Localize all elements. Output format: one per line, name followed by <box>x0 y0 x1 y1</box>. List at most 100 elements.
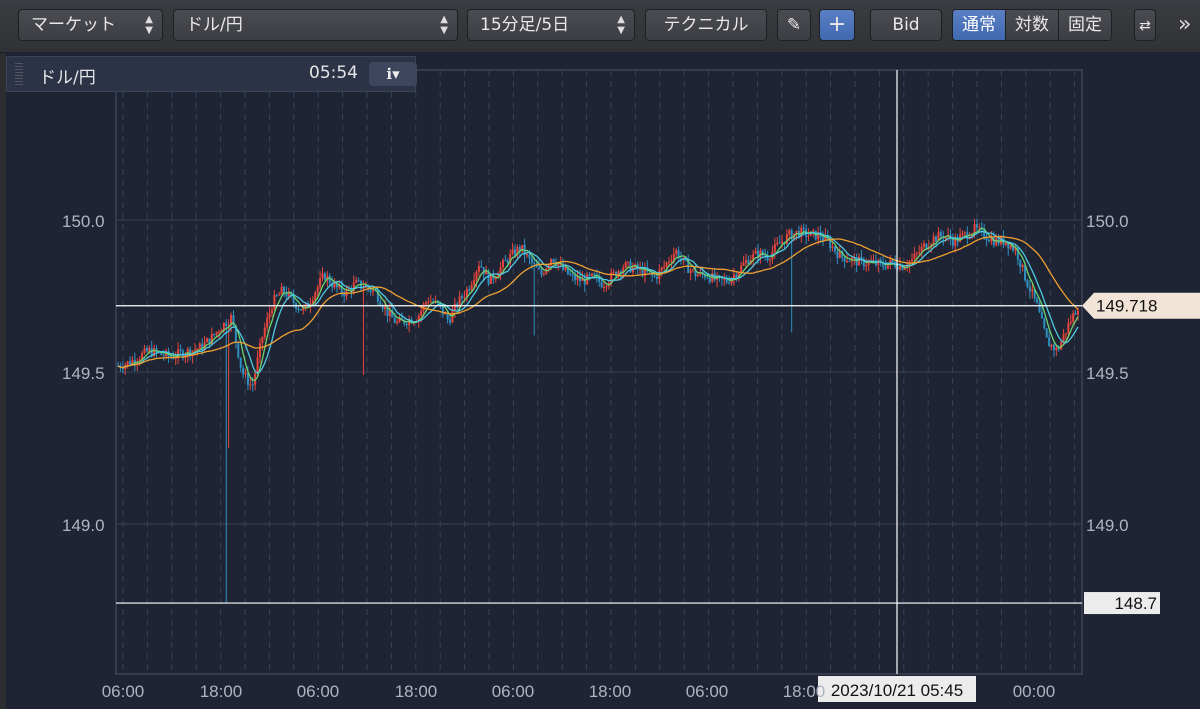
candle-body <box>653 275 656 277</box>
moving-averages <box>117 227 1079 382</box>
candle-body <box>477 266 480 272</box>
info-panel[interactable]: ドル/円 05:54 ℹ▾ <box>6 56 417 92</box>
candle-body <box>441 305 444 315</box>
candle-body <box>1031 289 1034 292</box>
candle-body <box>978 227 981 229</box>
x-tick-label: 18:00 <box>200 682 243 701</box>
crosshair-date-label: 2023/10/21 05:45 <box>831 681 963 700</box>
candle-body <box>379 301 382 306</box>
candle-body <box>275 295 278 297</box>
candle-body <box>446 313 449 320</box>
candle-body <box>1077 310 1079 315</box>
candle-body <box>328 275 331 284</box>
candle-body <box>526 254 529 256</box>
candle-body <box>242 367 245 375</box>
candle-body <box>405 323 408 326</box>
candle-body <box>273 295 276 310</box>
candle-body <box>831 246 834 249</box>
candle-body <box>615 271 618 277</box>
candle-body <box>145 348 148 352</box>
candle-body <box>470 284 473 291</box>
candle-body <box>206 338 209 343</box>
candle-body <box>754 250 757 254</box>
candle-body <box>323 273 326 280</box>
candle-body <box>744 260 747 263</box>
candle-body <box>665 262 668 267</box>
candle-body <box>833 246 836 252</box>
candle-body <box>429 301 432 303</box>
candle-body <box>126 361 129 365</box>
candle-body <box>218 331 221 333</box>
candles <box>117 219 1079 604</box>
candle-body <box>449 319 452 323</box>
current-price-label: 149.718 <box>1096 297 1157 316</box>
candle-body <box>251 384 254 386</box>
candle-body <box>249 384 252 386</box>
axis-labels: 150.0 150.0 149.5 149.5 149.0 149.0 06:00 18:00… <box>62 212 1129 701</box>
candle-body <box>985 237 988 241</box>
candle-body <box>603 286 606 288</box>
candle-body <box>1043 318 1046 329</box>
candle-body <box>261 336 264 344</box>
candle-body <box>540 269 543 275</box>
candle-body <box>215 331 218 335</box>
candle-body <box>468 289 471 291</box>
candle-body <box>860 256 863 259</box>
candle-body <box>1004 242 1007 245</box>
candle-body <box>588 274 591 276</box>
candle-body <box>473 280 476 285</box>
candle-body <box>773 244 776 252</box>
x-tick-label: 06:00 <box>492 682 535 701</box>
candle-body <box>689 270 692 273</box>
candle-body <box>480 266 483 268</box>
candle-body <box>528 254 531 259</box>
candle-body <box>1019 259 1022 268</box>
candle-body <box>538 267 541 270</box>
info-button[interactable]: ℹ▾ <box>369 62 417 86</box>
candle-body <box>393 317 396 324</box>
crosshair-overlay: 149.718 148.7 2023/10/21 05:45 <box>116 70 1200 702</box>
candle-body <box>1026 280 1029 288</box>
candle-body <box>1045 328 1048 338</box>
candle-body <box>932 236 935 245</box>
candle-body <box>1069 321 1072 324</box>
candle-body <box>939 232 942 237</box>
ma-short-line <box>117 227 1079 382</box>
candle-body <box>918 252 921 254</box>
candle-body <box>319 278 322 287</box>
candle-body <box>708 277 711 282</box>
candle-body <box>858 256 861 266</box>
candle-body <box>788 230 791 235</box>
candle-body <box>961 233 964 235</box>
candle-body <box>865 265 868 267</box>
price-chart[interactable]: 149.718148.72023/10/21 05:45 150.0 150.01… <box>0 0 1200 709</box>
candle-body <box>511 249 514 254</box>
candle-body <box>742 262 745 266</box>
candle-body <box>372 290 375 292</box>
candle-body <box>735 274 738 278</box>
candle-body <box>1028 287 1031 292</box>
y-tick-label-right: 149.5 <box>1086 364 1129 383</box>
candle-body <box>740 265 743 273</box>
y-tick-label-left: 149.5 <box>62 364 105 383</box>
candle-body <box>355 280 358 283</box>
candle-body <box>696 274 699 277</box>
drag-handle[interactable] <box>15 63 23 85</box>
candle-body <box>542 273 545 275</box>
candle-body <box>951 239 954 246</box>
candle-body <box>1021 264 1024 268</box>
x-tick-label: 06:00 <box>686 682 729 701</box>
candle-body <box>263 327 266 337</box>
candle-body <box>1052 344 1055 351</box>
candle-body <box>836 251 839 258</box>
ma-mid-line <box>117 230 1079 374</box>
info-pair: ドル/円 <box>39 68 96 88</box>
candle-body <box>463 297 466 299</box>
candle-body <box>258 343 261 358</box>
candle-body <box>198 343 201 349</box>
candle-body <box>667 262 670 264</box>
y-tick-label-left: 150.0 <box>62 212 105 231</box>
candle-body <box>244 373 247 375</box>
candle-body <box>776 242 779 245</box>
candle-body <box>706 277 709 279</box>
